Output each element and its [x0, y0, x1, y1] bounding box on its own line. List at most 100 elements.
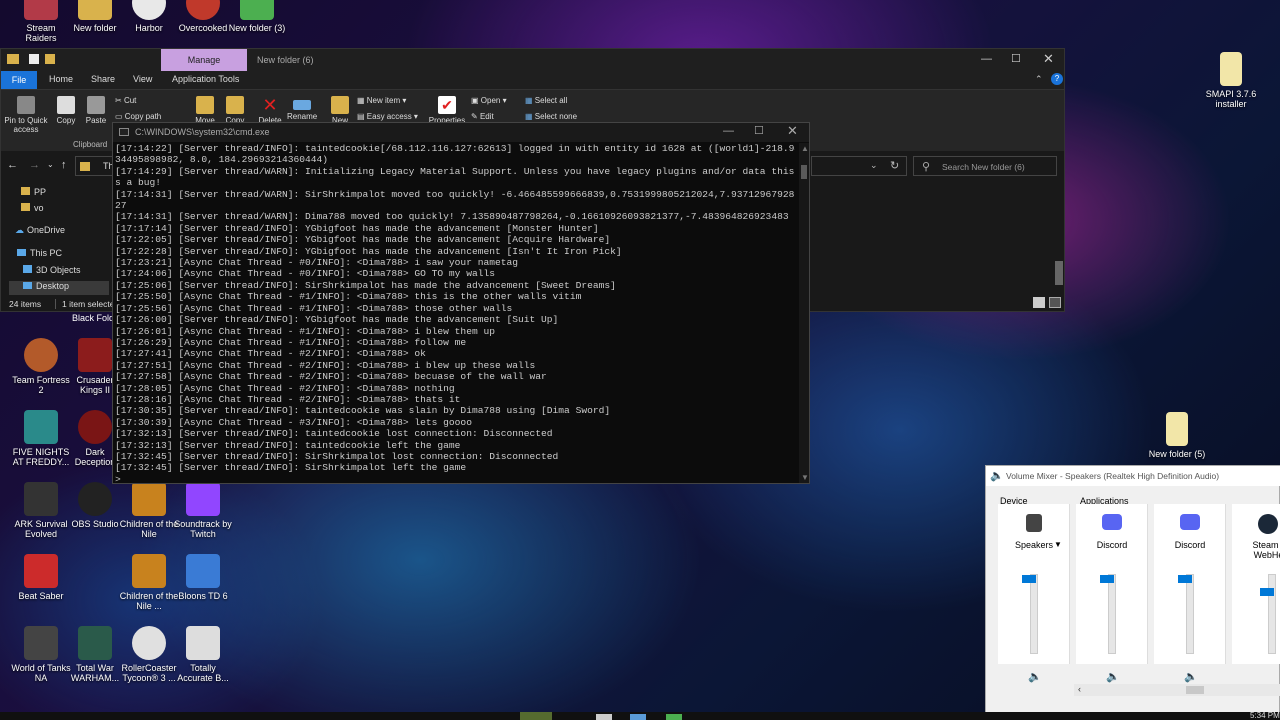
- scrollbar-thumb[interactable]: [1186, 686, 1204, 694]
- volume-slider-thumb[interactable]: [1260, 588, 1274, 596]
- cmd-output[interactable]: [17:14:22] [Server thread/INFO]: tainted…: [115, 143, 795, 483]
- properties-icon[interactable]: [29, 54, 39, 64]
- back-arrow-icon[interactable]: ←: [7, 159, 18, 171]
- search-box[interactable]: ⚲ Search New folder (6): [913, 156, 1057, 176]
- cmd-close-button[interactable]: ✕: [787, 123, 798, 139]
- cmd-scrollbar-track[interactable]: [799, 143, 809, 483]
- tab-file[interactable]: File: [1, 71, 37, 89]
- desktop-icon-bloons[interactable]: Bloons TD 6: [172, 554, 234, 601]
- mixer-titlebar[interactable]: 🔈 Volume Mixer - Speakers (Realtek High …: [986, 466, 1280, 486]
- tree-item-3d-objects[interactable]: 3D Objects: [23, 265, 81, 275]
- tab-home[interactable]: Home: [49, 74, 73, 84]
- taskbar-app-icon[interactable]: [596, 714, 612, 720]
- tab-view[interactable]: View: [133, 74, 152, 84]
- tab-share[interactable]: Share: [91, 74, 115, 84]
- desktop-icon-smapi-installer[interactable]: SMAPI 3.7.6 installer: [1200, 52, 1262, 109]
- copy-button[interactable]: Copy: [53, 96, 79, 125]
- tree-item-vo[interactable]: vo: [21, 203, 44, 213]
- manage-tab[interactable]: Manage: [161, 49, 247, 71]
- minimize-button[interactable]: —: [981, 53, 992, 65]
- forward-arrow-icon[interactable]: →: [29, 159, 40, 171]
- mute-speaker-icon[interactable]: 🔈: [1028, 670, 1042, 683]
- select-none-button[interactable]: ▦ Select none: [525, 112, 577, 121]
- recent-dropdown-icon[interactable]: ⌄: [47, 160, 54, 169]
- details-view-icon[interactable]: [1033, 297, 1045, 308]
- volume-slider-track[interactable]: [1268, 574, 1276, 654]
- desktop-icon-total-war[interactable]: Total War WARHAM...: [64, 626, 126, 683]
- new-folder-button[interactable]: New: [329, 96, 351, 125]
- maximize-button[interactable]: ☐: [1011, 52, 1021, 65]
- pin-quick-access-button[interactable]: Pin to Quick access: [3, 96, 49, 134]
- desktop-icon-beat-saber[interactable]: Beat Saber: [10, 554, 72, 601]
- volume-mixer-window[interactable]: 🔈 Volume Mixer - Speakers (Realtek High …: [985, 465, 1280, 720]
- expand-ribbon-icon[interactable]: ⌃: [1035, 74, 1043, 85]
- volume-slider-track[interactable]: [1030, 574, 1038, 654]
- desktop-icon-overcooked[interactable]: Overcooked: [172, 0, 234, 33]
- edit-button[interactable]: ✎ Edit: [471, 112, 494, 121]
- address-bar-right[interactable]: ⌄ ↻: [811, 156, 907, 176]
- cmd-scroll-down-icon[interactable]: ▼: [801, 473, 809, 482]
- scroll-left-icon[interactable]: ‹: [1078, 684, 1081, 694]
- desktop-icon-stream-raiders[interactable]: Stream Raiders: [10, 0, 72, 43]
- mute-speaker-icon[interactable]: 🔈: [1184, 670, 1198, 683]
- desktop-icon-world-of-tanks[interactable]: World of Tanks NA: [10, 626, 72, 683]
- paste-button[interactable]: Paste: [83, 96, 109, 125]
- desktop-icon-new-folder[interactable]: New folder: [64, 0, 126, 33]
- copy-to-button[interactable]: Copy: [223, 96, 247, 125]
- desktop-icon-children-nile-2[interactable]: Children of the Nile ...: [118, 554, 180, 611]
- cmd-minimize-button[interactable]: —: [723, 125, 734, 137]
- new-folder-icon[interactable]: [45, 54, 55, 64]
- properties-button[interactable]: ✔ Properties: [427, 96, 467, 125]
- easy-access-button[interactable]: ▤ Easy access ▾: [357, 112, 418, 121]
- explorer-scrollbar[interactable]: [1055, 261, 1063, 285]
- desktop-icon-harbor[interactable]: Harbor: [118, 0, 180, 33]
- address-dropdown-icon[interactable]: ⌄: [870, 160, 878, 171]
- desktop-icon-children-nile[interactable]: Children of the Nile: [118, 482, 180, 539]
- desktop-icon-tf2[interactable]: Team Fortress 2: [10, 338, 72, 395]
- rename-button[interactable]: Rename: [287, 96, 317, 121]
- mute-speaker-icon[interactable]: 🔈: [1106, 670, 1120, 683]
- taskbar-clock[interactable]: 5:34 PM: [1250, 711, 1280, 720]
- explorer-titlebar[interactable]: Manage New folder (6) — ☐ ✕: [1, 49, 1064, 71]
- desktop-icon-totally-accurate[interactable]: Totally Accurate B...: [172, 626, 234, 683]
- tree-item-desktop[interactable]: Desktop: [9, 281, 109, 295]
- up-arrow-icon[interactable]: ↑: [61, 159, 67, 171]
- delete-button[interactable]: ✕ Delete: [257, 96, 283, 125]
- large-icons-view-icon[interactable]: [1049, 297, 1061, 308]
- cmd-scrollbar-thumb[interactable]: [801, 165, 807, 179]
- desktop-icon-new-folder-3[interactable]: New folder (3): [226, 0, 288, 33]
- mixer-horizontal-scrollbar[interactable]: ‹: [1074, 684, 1280, 696]
- help-icon[interactable]: ?: [1051, 73, 1063, 85]
- desktop-icon-fnaf[interactable]: FIVE NIGHTS AT FREDDY...: [10, 410, 72, 467]
- volume-slider-thumb[interactable]: [1100, 575, 1114, 584]
- select-all-button[interactable]: ▦ Select all: [525, 96, 567, 105]
- cut-button[interactable]: ✂ Cut: [115, 96, 136, 105]
- taskbar-app-icon[interactable]: [666, 714, 682, 720]
- cmd-maximize-button[interactable]: ☐: [754, 124, 764, 137]
- tab-application-tools[interactable]: Application Tools: [172, 74, 239, 84]
- tree-item-onedrive[interactable]: ☁ OneDrive: [15, 225, 65, 236]
- tree-item-this-pc[interactable]: This PC: [17, 248, 62, 258]
- volume-slider-track[interactable]: [1108, 574, 1116, 654]
- move-to-button[interactable]: Move: [193, 96, 217, 125]
- cmd-titlebar[interactable]: C:\WINDOWS\system32\cmd.exe — ☐ ✕: [113, 123, 809, 142]
- desktop-icon-rollercoaster[interactable]: RollerCoaster Tycoon® 3 ...: [118, 626, 180, 683]
- desktop-icon-new-folder-5[interactable]: New folder (5): [1146, 412, 1208, 459]
- cmd-window[interactable]: C:\WINDOWS\system32\cmd.exe — ☐ ✕ [17:14…: [112, 122, 810, 484]
- open-button[interactable]: ▣ Open ▾: [471, 96, 507, 105]
- desktop-icon-soundtrack-twitch[interactable]: Soundtrack by Twitch: [172, 482, 234, 539]
- address-bar[interactable]: Thi: [75, 156, 116, 176]
- tree-item-pp[interactable]: PP: [21, 187, 46, 197]
- cmd-scroll-up-icon[interactable]: ▲: [801, 144, 809, 153]
- new-item-button[interactable]: ▦ New item ▾: [357, 96, 406, 105]
- device-dropdown-icon[interactable]: ▼: [1054, 540, 1062, 549]
- taskbar-app-icon[interactable]: [630, 714, 646, 720]
- volume-slider-track[interactable]: [1186, 574, 1194, 654]
- close-button[interactable]: ✕: [1043, 51, 1054, 67]
- taskbar-app-icon[interactable]: [520, 712, 552, 720]
- volume-slider-thumb[interactable]: [1022, 575, 1036, 584]
- desktop-icon-ark[interactable]: ARK Survival Evolved: [10, 482, 72, 539]
- desktop-icon-obs[interactable]: OBS Studio: [64, 482, 126, 529]
- refresh-icon[interactable]: ↻: [890, 159, 899, 172]
- volume-slider-thumb[interactable]: [1178, 575, 1192, 584]
